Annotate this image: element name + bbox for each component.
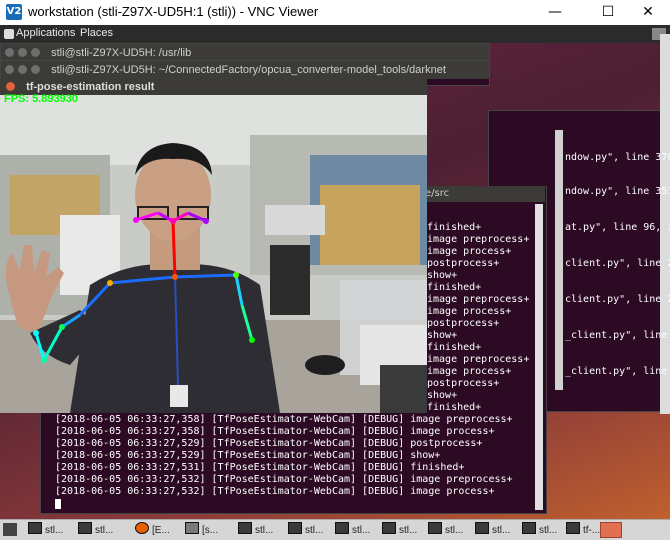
- log-line: postprocess+: [427, 378, 500, 389]
- close-dot-icon[interactable]: [5, 65, 14, 74]
- minimize-dot-icon[interactable]: [18, 65, 27, 74]
- traceback-line: at.py", line 96, i: [565, 222, 670, 233]
- log-line: postprocess+: [427, 258, 500, 269]
- traceback-line: ndow.py", line 351: [565, 186, 670, 197]
- fps-counter: FPS: 5.893930: [4, 93, 78, 105]
- log-line: show+: [427, 390, 458, 401]
- terminal-icon: [288, 522, 302, 534]
- taskbar-item[interactable]: stl...: [238, 522, 273, 537]
- traceback-line: client.py", line 267: [565, 294, 670, 305]
- log-line: [2018-06-05 06:33:27,529] [TfPoseEstimat…: [55, 438, 483, 449]
- log-line: image preprocess+: [427, 234, 530, 245]
- maximize-dot-icon[interactable]: [31, 48, 40, 57]
- taskbar-item[interactable]: stl...: [382, 522, 417, 537]
- maximize-dot-icon[interactable]: [31, 65, 40, 74]
- terminal-icon: [522, 522, 536, 534]
- terminal-icon: [566, 522, 580, 534]
- log-line: [2018-06-05 06:33:27,358] [TfPoseEstimat…: [55, 414, 513, 425]
- taskbar-item[interactable]: stl...: [475, 522, 510, 537]
- taskbar-item[interactable]: stl...: [78, 522, 113, 537]
- log-line: [2018-06-05 06:33:27,531] [TfPoseEstimat…: [55, 462, 465, 473]
- close-dot-icon[interactable]: [5, 48, 14, 57]
- terminal-tab[interactable]: e/src: [425, 186, 545, 202]
- terminal-cursor: [55, 499, 61, 509]
- close-button[interactable]: ✕: [628, 2, 668, 22]
- close-dot-icon[interactable]: [6, 82, 15, 91]
- scrollbar[interactable]: [535, 204, 543, 510]
- minimize-dot-icon[interactable]: [18, 48, 27, 57]
- minimize-button[interactable]: —: [535, 2, 575, 22]
- taskbar-item[interactable]: stl...: [335, 522, 370, 537]
- log-line: image preprocess+: [427, 294, 530, 305]
- log-line: postprocess+: [427, 318, 500, 329]
- traceback-line: _client.py", line: [565, 366, 668, 377]
- taskbar-pose-window-icon[interactable]: [600, 522, 622, 538]
- terminal-title: stli@stli-Z97X-UD5H: /usr/lib: [51, 47, 192, 59]
- log-line: [2018-06-05 06:33:27,532] [TfPoseEstimat…: [55, 474, 513, 485]
- pose-window-title: tf-pose-estimation result: [26, 81, 155, 93]
- traceback-line: ndow.py", line 370: [565, 152, 670, 163]
- log-line: finished+: [427, 222, 482, 233]
- log-line: [2018-06-05 06:33:27,529] [TfPoseEstimat…: [55, 450, 441, 461]
- log-line: show+: [427, 330, 458, 341]
- applications-icon: [4, 29, 14, 39]
- log-line: image process+: [427, 246, 512, 257]
- maximize-button[interactable]: ☐: [588, 2, 628, 22]
- terminal-icon: [78, 522, 92, 534]
- log-line: [2018-06-05 06:33:27,532] [TfPoseEstimat…: [55, 486, 495, 497]
- terminal-icon: [238, 522, 252, 534]
- terminal-icon: [28, 522, 42, 534]
- taskbar-item[interactable]: [s...: [185, 522, 218, 537]
- terminal-icon: [335, 522, 349, 534]
- traceback-line: _client.py", line: [565, 330, 668, 341]
- applications-menu[interactable]: Applications: [16, 27, 75, 39]
- log-line: finished+: [427, 402, 482, 413]
- log-line: image process+: [427, 366, 512, 377]
- taskbar-item[interactable]: stl...: [428, 522, 463, 537]
- places-menu[interactable]: Places: [80, 27, 113, 39]
- log-line: image process+: [427, 306, 512, 317]
- log-line: show+: [427, 270, 458, 281]
- show-desktop-icon[interactable]: [3, 523, 17, 536]
- log-line: finished+: [427, 342, 482, 353]
- scrollbar[interactable]: [555, 130, 563, 390]
- taskbar-item[interactable]: stl...: [28, 522, 63, 537]
- terminal-titlebar[interactable]: stli@stli-Z97X-UD5H: ~/ConnectedFactory/…: [1, 61, 489, 79]
- folder-icon: [185, 522, 199, 534]
- terminal-title: stli@stli-Z97X-UD5H: ~/ConnectedFactory/…: [51, 64, 446, 76]
- firefox-icon: [135, 522, 149, 534]
- terminal-icon: [382, 522, 396, 534]
- taskbar-item-active[interactable]: tf-...: [566, 522, 600, 537]
- traceback-line: client.py", line 258: [565, 258, 670, 269]
- terminal-icon: [428, 522, 442, 534]
- log-line: [2018-06-05 06:33:27,358] [TfPoseEstimat…: [55, 426, 495, 437]
- log-line: image preprocess+: [427, 354, 530, 365]
- vnc-logo-icon: V2: [6, 4, 22, 20]
- vnc-window-title: workstation (stli-Z97X-UD5H:1 (stli)) - …: [28, 4, 319, 19]
- webcam-frame: [0, 95, 427, 413]
- taskbar-item[interactable]: stl...: [288, 522, 323, 537]
- log-line: finished+: [427, 282, 482, 293]
- taskbar-item[interactable]: [E...: [135, 522, 170, 537]
- taskbar-item[interactable]: stl...: [522, 522, 557, 537]
- terminal-icon: [475, 522, 489, 534]
